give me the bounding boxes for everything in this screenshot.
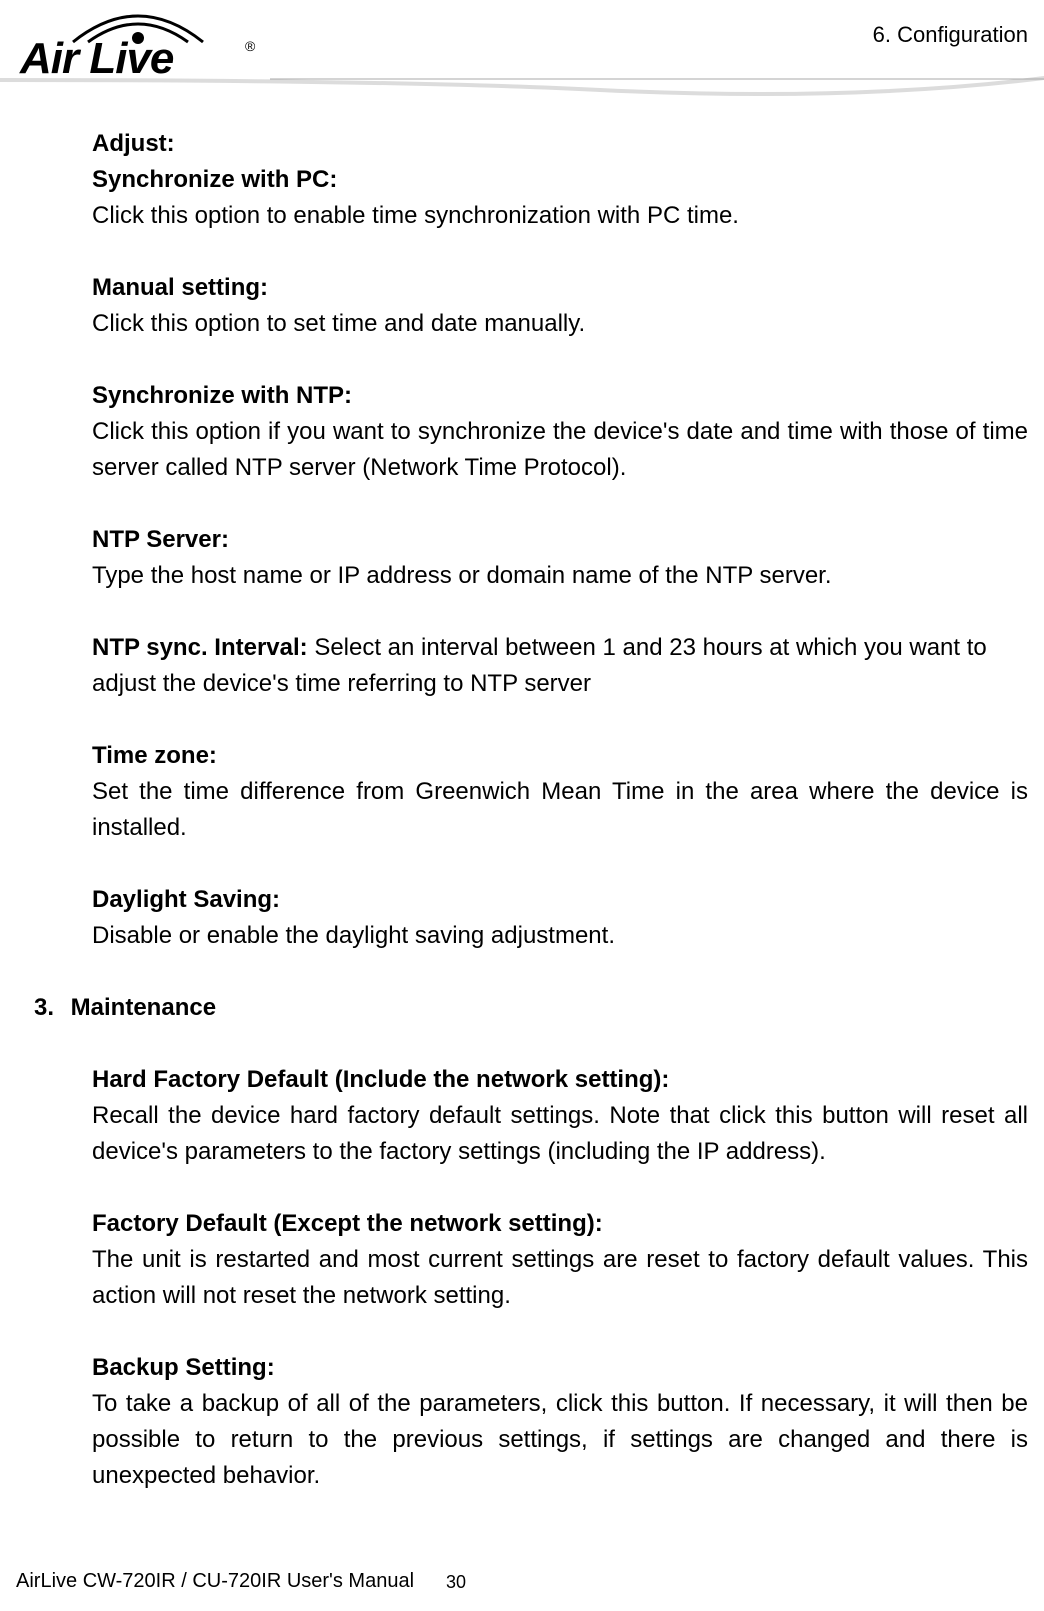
manual-text: Click this option to set time and date m… — [92, 306, 1028, 342]
timezone-text: Set the time difference from Greenwich M… — [92, 774, 1028, 846]
factory-heading: Factory Default (Except the network sett… — [92, 1206, 1028, 1242]
sync-ntp-heading: Synchronize with NTP: — [92, 378, 1028, 414]
page-footer: AirLive CW-720IR / CU-720IR User's Manua… — [16, 1570, 1028, 1593]
daylight-text: Disable or enable the daylight saving ad… — [92, 918, 1028, 954]
factory-text: The unit is restarted and most current s… — [92, 1242, 1028, 1314]
hard-factory-text: Recall the device hard factory default s… — [92, 1098, 1028, 1170]
document-body: Adjust: Synchronize with PC: Click this … — [92, 126, 1028, 1494]
backup-heading: Backup Setting: — [92, 1350, 1028, 1386]
manual-heading: Manual setting: — [92, 270, 1028, 306]
sync-ntp-text: Click this option if you want to synchro… — [92, 414, 1028, 486]
chapter-label: 6. Configuration — [873, 22, 1028, 48]
sync-pc-heading: Synchronize with PC: — [92, 162, 1028, 198]
registered-mark: ® — [245, 38, 255, 54]
daylight-heading: Daylight Saving: — [92, 882, 1028, 918]
airlive-logo: Air Live ® — [20, 8, 260, 88]
logo-text: Air Live — [20, 34, 173, 84]
backup-text: To take a backup of all of the parameter… — [92, 1386, 1028, 1494]
sync-pc-text: Click this option to enable time synchro… — [92, 198, 1028, 234]
maintenance-title: Maintenance — [71, 994, 216, 1021]
hard-factory-heading: Hard Factory Default (Include the networ… — [92, 1062, 1028, 1098]
ntp-server-text: Type the host name or IP address or doma… — [92, 558, 1028, 594]
timezone-heading: Time zone: — [92, 738, 1028, 774]
ntp-interval-heading: NTP sync. Interval: — [92, 634, 314, 661]
page-number: 30 — [446, 1572, 466, 1593]
page-header: Air Live ® 6. Configuration — [0, 0, 1044, 100]
ntp-server-heading: NTP Server: — [92, 522, 1028, 558]
adjust-heading: Adjust: — [92, 126, 1028, 162]
manual-title: AirLive CW-720IR / CU-720IR User's Manua… — [16, 1570, 414, 1592]
maintenance-number: 3. — [34, 990, 64, 1026]
